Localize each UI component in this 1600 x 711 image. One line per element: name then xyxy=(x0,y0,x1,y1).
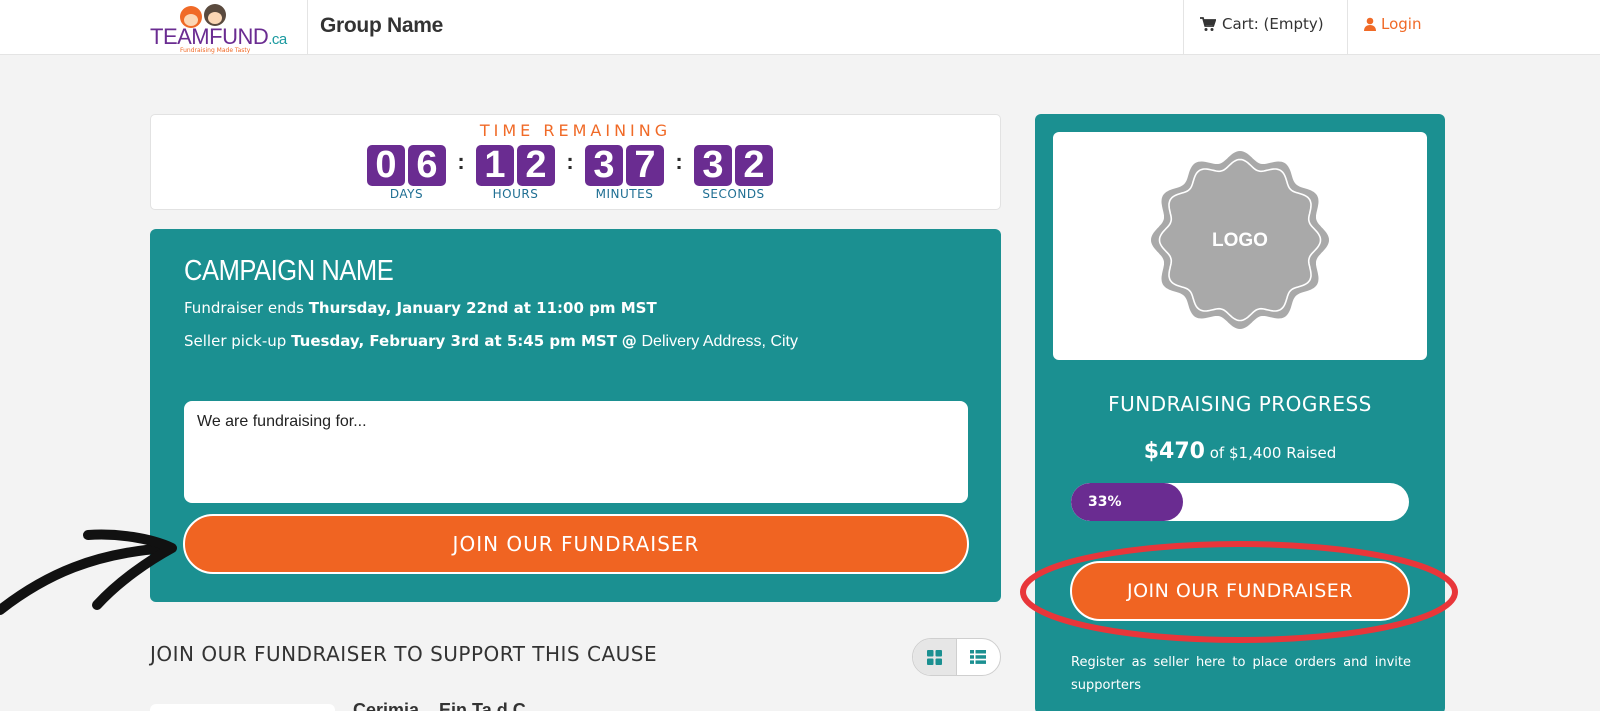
pickup-value: Tuesday, February 3rd at 5:45 pm MST xyxy=(291,332,617,350)
timer-unit-label: DAYS xyxy=(389,187,424,201)
timer-digit: 2 xyxy=(735,145,773,186)
top-navbar: TEAMFUND.ca Fundraising Made Tasty Group… xyxy=(0,0,1600,55)
product-card[interactable] xyxy=(150,704,335,711)
cart-label: Cart: (Empty) xyxy=(1222,15,1324,33)
user-icon xyxy=(1364,17,1376,31)
support-heading: JOIN OUR FUNDRAISER TO SUPPORT THIS CAUS… xyxy=(150,642,658,666)
logo-wordmark: TEAMFUND.ca xyxy=(150,24,287,49)
sidebar-join-fundraiser-button[interactable]: JOIN OUR FUNDRAISER xyxy=(1070,561,1410,621)
login-link[interactable]: Login xyxy=(1364,15,1421,33)
timer-unit-days: 0 6 DAYS xyxy=(367,145,446,201)
list-view-icon xyxy=(970,650,987,664)
register-seller-text: Register as seller here to place orders … xyxy=(1071,655,1411,693)
timer-digits: 0 6 DAYS : 1 2 HOURS : 3 7 MINUTES : 3 2 xyxy=(367,145,773,201)
ends-prefix: Fundraiser ends xyxy=(184,299,304,317)
view-toggle xyxy=(912,638,1001,676)
pickup-prefix: Seller pick-up xyxy=(184,332,287,350)
timer-unit-minutes: 3 7 MINUTES xyxy=(585,145,664,201)
raised-suffix: of $1,400 Raised xyxy=(1209,444,1337,462)
logo-tagline: Fundraising Made Tasty xyxy=(180,47,251,54)
header-divider xyxy=(1347,0,1348,55)
pickup-line: Seller pick-up Tuesday, February 3rd at … xyxy=(184,332,798,351)
campaign-name: CAMPAIGN NAME xyxy=(184,255,394,287)
cart-link[interactable]: Cart: (Empty) xyxy=(1200,15,1324,33)
timer-unit-label: SECONDS xyxy=(702,187,765,201)
header-divider xyxy=(1183,0,1184,55)
timer-digit: 7 xyxy=(626,145,664,186)
timer-digit: 0 xyxy=(367,145,405,186)
timer-unit-label: HOURS xyxy=(492,187,539,201)
timer-digit: 1 xyxy=(476,145,514,186)
product-title[interactable]: Cerimia... Ein Ta d C xyxy=(353,700,526,711)
timer-digit: 3 xyxy=(585,145,623,186)
group-logo-card: LOGO xyxy=(1053,132,1427,360)
timer-unit-label: MINUTES xyxy=(595,187,654,201)
logo-faces-icon xyxy=(180,4,230,28)
progress-bar-fill: 33% xyxy=(1071,483,1183,521)
pickup-at: @ xyxy=(621,332,637,350)
cart-icon xyxy=(1200,16,1216,31)
timer-unit-hours: 1 2 HOURS xyxy=(476,145,555,201)
timer-digit: 3 xyxy=(694,145,732,186)
timer-title: TIME REMAINING xyxy=(479,121,672,140)
grid-view-icon xyxy=(926,649,942,665)
progress-title: FUNDRAISING PROGRESS xyxy=(1108,392,1372,416)
pointer-arrow-icon xyxy=(0,543,175,615)
pickup-address: Delivery Address, City xyxy=(641,333,799,350)
list-view-button[interactable] xyxy=(957,639,1001,675)
raised-amount: $470 xyxy=(1143,439,1205,464)
timer-digit: 6 xyxy=(408,145,446,186)
join-fundraiser-button[interactable]: JOIN OUR FUNDRAISER xyxy=(183,514,969,574)
logo-placeholder-text: LOGO xyxy=(1212,230,1268,251)
countdown-timer: TIME REMAINING 0 6 DAYS : 1 2 HOURS : 3 … xyxy=(150,114,1001,210)
grid-view-button[interactable] xyxy=(913,639,957,675)
timer-separator: : xyxy=(457,149,465,174)
timer-digit: 2 xyxy=(517,145,555,186)
logo-badge-icon: LOGO xyxy=(1151,151,1329,329)
ends-value: Thursday, January 22nd at 11:00 pm MST xyxy=(308,299,657,317)
timer-unit-seconds: 3 2 SECONDS xyxy=(694,145,773,201)
group-name: Group Name xyxy=(320,14,444,37)
login-label: Login xyxy=(1381,15,1422,33)
raised-summary: $470 of $1,400 Raised xyxy=(1035,439,1445,464)
progress-bar: 33% xyxy=(1071,483,1409,521)
campaign-panel: CAMPAIGN NAME Fundraiser ends Thursday, … xyxy=(150,229,1001,602)
campaign-description: We are fundraising for... xyxy=(184,401,968,503)
header-divider xyxy=(307,0,308,55)
teamfund-logo[interactable]: TEAMFUND.ca Fundraising Made Tasty xyxy=(150,4,287,54)
timer-separator: : xyxy=(675,149,683,174)
timer-separator: : xyxy=(566,149,574,174)
progress-sidebar: LOGO FUNDRAISING PROGRESS $470 of $1,400… xyxy=(1035,114,1445,711)
fundraiser-end-line: Fundraiser ends Thursday, January 22nd a… xyxy=(184,299,657,317)
